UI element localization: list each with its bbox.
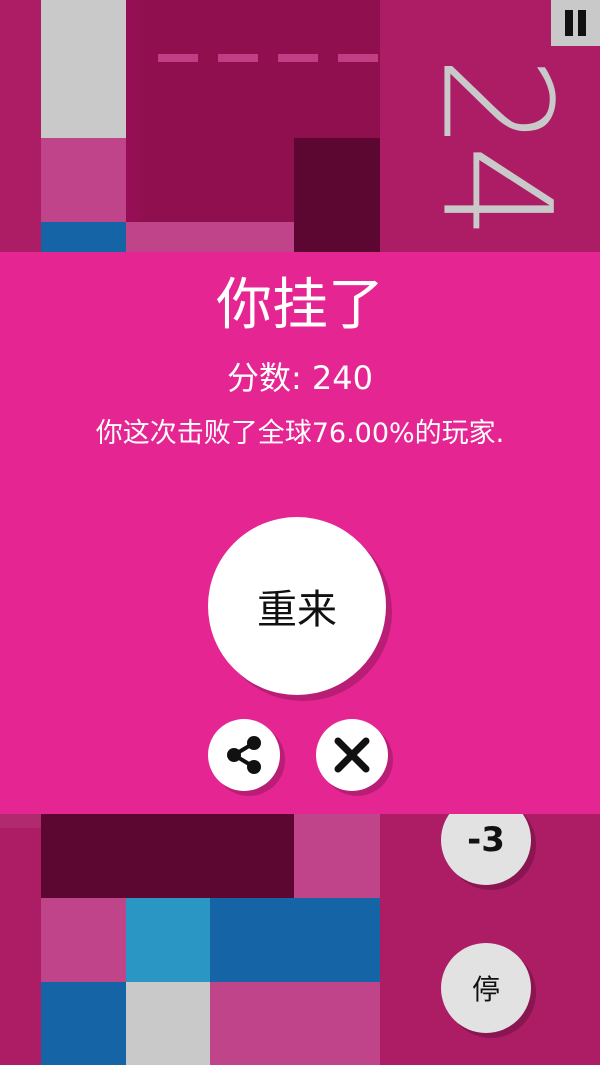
- block-blue-1: [41, 222, 126, 252]
- block-blue-wide: [210, 898, 380, 982]
- target-dash: [158, 54, 198, 62]
- close-button[interactable]: [316, 719, 388, 791]
- retry-button[interactable]: 重来: [208, 517, 386, 695]
- block-gray-bottom: [126, 982, 210, 1065]
- block-pink-5: [210, 982, 380, 1065]
- block-dark-bottom: [41, 814, 294, 898]
- pause-icon: [565, 10, 573, 36]
- share-icon: [227, 736, 261, 774]
- block-pink-1: [41, 138, 126, 222]
- block-pink-4: [41, 898, 126, 982]
- stop-label: 停: [471, 973, 500, 1006]
- retry-label: 重来: [257, 587, 337, 633]
- close-icon: [334, 737, 370, 773]
- block-lightblue: [126, 898, 210, 982]
- pause-button[interactable]: [551, 0, 600, 46]
- block-pink-3: [294, 814, 380, 898]
- column-gutter: [126, 0, 140, 222]
- current-score: 24: [408, 55, 582, 235]
- target-dash: [218, 54, 258, 62]
- game-over-title: 你挂了: [216, 273, 384, 338]
- block-pink-2: [126, 222, 294, 252]
- share-button[interactable]: [208, 719, 280, 791]
- block-blue-2: [41, 982, 126, 1065]
- pause-icon: [578, 10, 586, 36]
- target-dash: [338, 54, 378, 62]
- final-score: 分数: 240: [226, 359, 374, 397]
- block-dark-top: [294, 138, 380, 252]
- minus-label: -3: [467, 820, 505, 860]
- beat-percentage-text: 你这次击败了全球76.00%的玩家.: [95, 418, 505, 449]
- target-dash: [278, 54, 318, 62]
- stop-button[interactable]: 停: [441, 943, 531, 1033]
- block-gray-top: [41, 0, 126, 138]
